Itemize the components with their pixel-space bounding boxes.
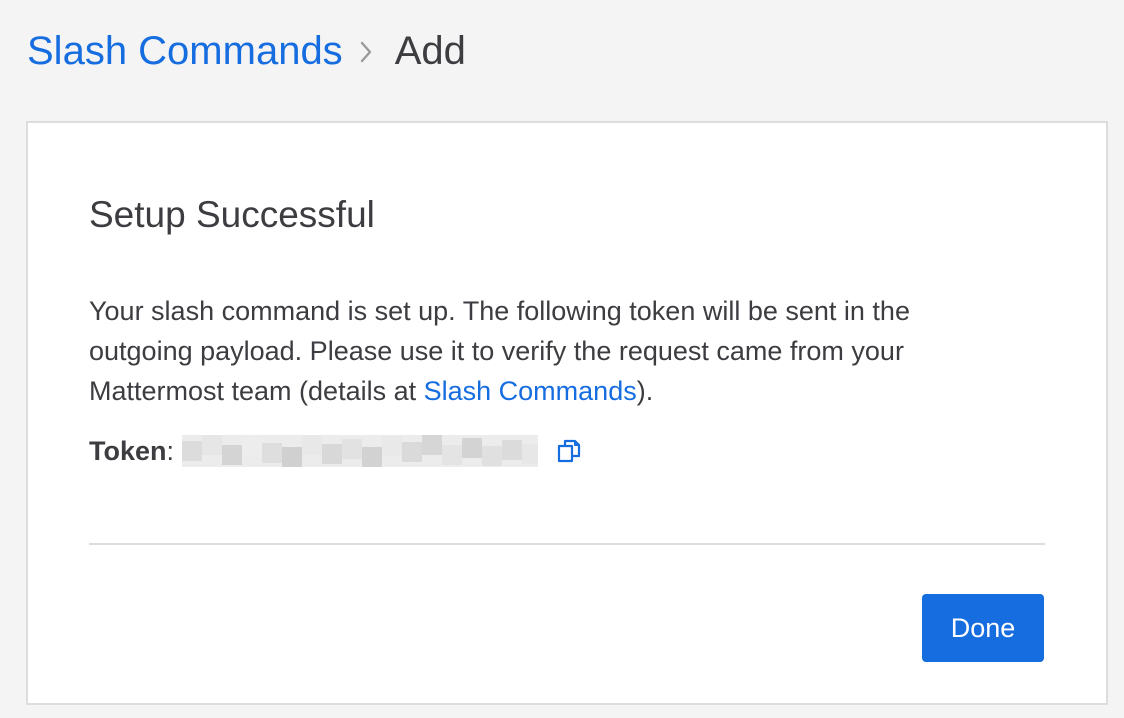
card-title: Setup Successful <box>89 194 375 235</box>
slash-commands-docs-link[interactable]: Slash Commands <box>424 376 637 406</box>
copy-token-button[interactable] <box>554 436 584 466</box>
breadcrumb: Slash Commands Add <box>27 26 466 76</box>
token-row: Token : <box>89 431 584 471</box>
description-end: ). <box>636 376 654 406</box>
breadcrumb-current: Add <box>394 29 466 73</box>
breadcrumb-link-slash-commands[interactable]: Slash Commands <box>27 26 343 76</box>
card-description: Your slash command is set up. The follow… <box>89 291 1009 411</box>
done-button[interactable]: Done <box>922 594 1044 662</box>
token-value-redacted <box>182 435 539 467</box>
token-colon: : <box>166 435 175 466</box>
token-label: Token <box>89 435 167 466</box>
card-divider <box>89 543 1045 545</box>
setup-success-card: Setup Successful Your slash command is s… <box>26 121 1108 705</box>
copy-icon <box>557 439 581 463</box>
chevron-right-icon <box>343 26 395 76</box>
